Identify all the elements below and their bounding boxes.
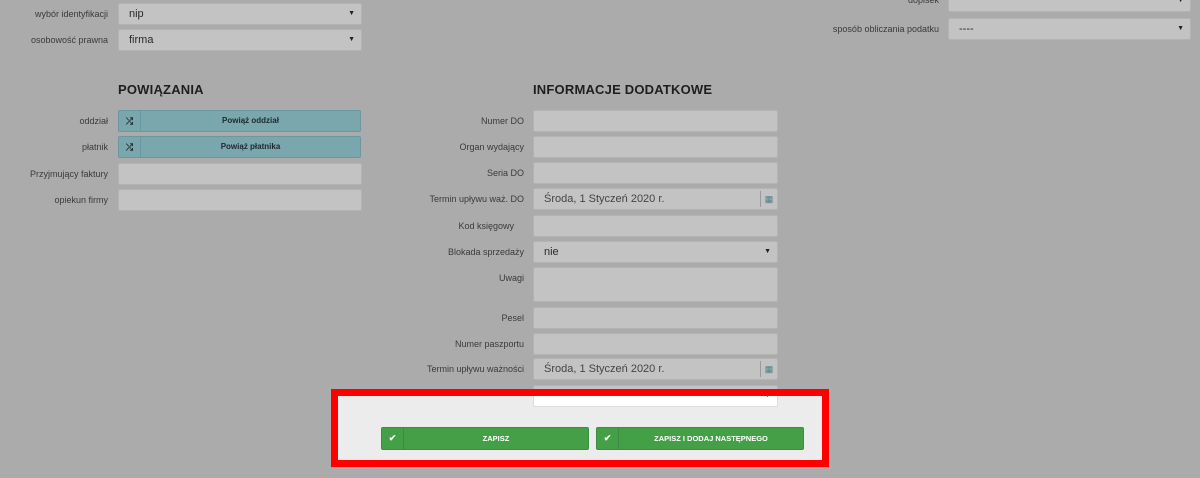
calendar-icon[interactable]: ▦ [760,361,777,377]
shuffle-icon: ⤮ [119,111,141,131]
caret-down-icon: ▼ [1177,0,1184,4]
branch-label: oddział [79,116,108,126]
highlight-box: status ▼ ✔ ZAPISZ ✔ ZAPISZ I DODAJ NASTĘPN… [331,389,829,467]
caret-down-icon: ▼ [1177,25,1184,32]
save-button[interactable]: ✔ ZAPISZ [381,427,589,450]
termin-do-label: Termin upływu waż. DO [429,194,524,204]
seria-input[interactable] [533,162,778,184]
uwagi-textarea[interactable] [533,267,778,302]
id-choice-select[interactable]: nip ▼ [118,3,362,25]
numer-do-input[interactable] [533,110,778,132]
legal-entity-value: firma [129,34,154,46]
kod-input[interactable] [533,215,778,237]
seria-label: Seria DO [486,168,524,178]
paszport-input[interactable] [533,333,778,355]
tax-method-select[interactable]: ---- ▼ [948,18,1191,40]
invoice-receiver-label: Przyjmujący faktury [29,169,108,179]
numer-do-label: Numer DO [480,116,524,126]
caret-down-icon: ▼ [764,248,771,255]
dopisek-select[interactable]: ▼ [948,0,1191,12]
payer-label: płatnik [81,142,108,152]
legal-entity-select[interactable]: firma ▼ [118,29,362,51]
tax-method-value: ---- [959,23,974,35]
tax-method-label: sposób obliczania podatku [832,24,939,34]
check-icon: ✔ [597,428,619,449]
company-guardian-label: opiekun firmy [54,195,108,205]
status-select[interactable]: ▼ [533,392,778,407]
save-and-add-label: ZAPISZ I DODAJ NASTĘPNEGO [654,434,768,443]
organ-input[interactable] [533,136,778,158]
paszport-label: Numer paszportu [454,339,524,349]
check-icon: ✔ [382,428,404,449]
organ-label: Organ wydający [459,142,524,152]
dopisek-label: dopisek [907,0,939,5]
pesel-input[interactable] [533,307,778,329]
pesel-label: Pesel [501,313,524,323]
id-choice-value: nip [129,8,144,20]
blokada-value: nie [544,246,559,258]
blokada-label: Blokada sprzedaży [447,247,524,257]
status-label: status [499,389,524,397]
uwagi-label: Uwagi [498,273,524,283]
extra-heading: INFORMACJE DODATKOWE [533,82,713,97]
caret-down-icon: ▼ [348,10,355,17]
termin-value: Środa, 1 Styczeń 2020 r. [544,363,665,375]
calendar-icon[interactable]: ▦ [760,191,777,207]
termin-do-value: Środa, 1 Styczeń 2020 r. [544,193,665,205]
termin-input[interactable]: Środa, 1 Styczeń 2020 r. ▦ [533,358,778,380]
caret-down-icon: ▼ [764,392,771,399]
links-heading: POWIĄZANIA [118,82,204,97]
shuffle-icon: ⤮ [119,137,141,157]
kod-label: Kod księgowy [458,221,514,231]
id-choice-label: wybór identyfikacji [34,9,108,19]
blokada-select[interactable]: nie ▼ [533,241,778,263]
save-label: ZAPISZ [482,434,510,443]
save-and-add-button[interactable]: ✔ ZAPISZ I DODAJ NASTĘPNEGO [596,427,804,450]
legal-entity-label: osobowość prawna [30,35,108,45]
caret-down-icon: ▼ [348,36,355,43]
termin-do-input[interactable]: Środa, 1 Styczeń 2020 r. ▦ [533,188,778,210]
termin-label: Termin upływu ważności [426,364,524,374]
